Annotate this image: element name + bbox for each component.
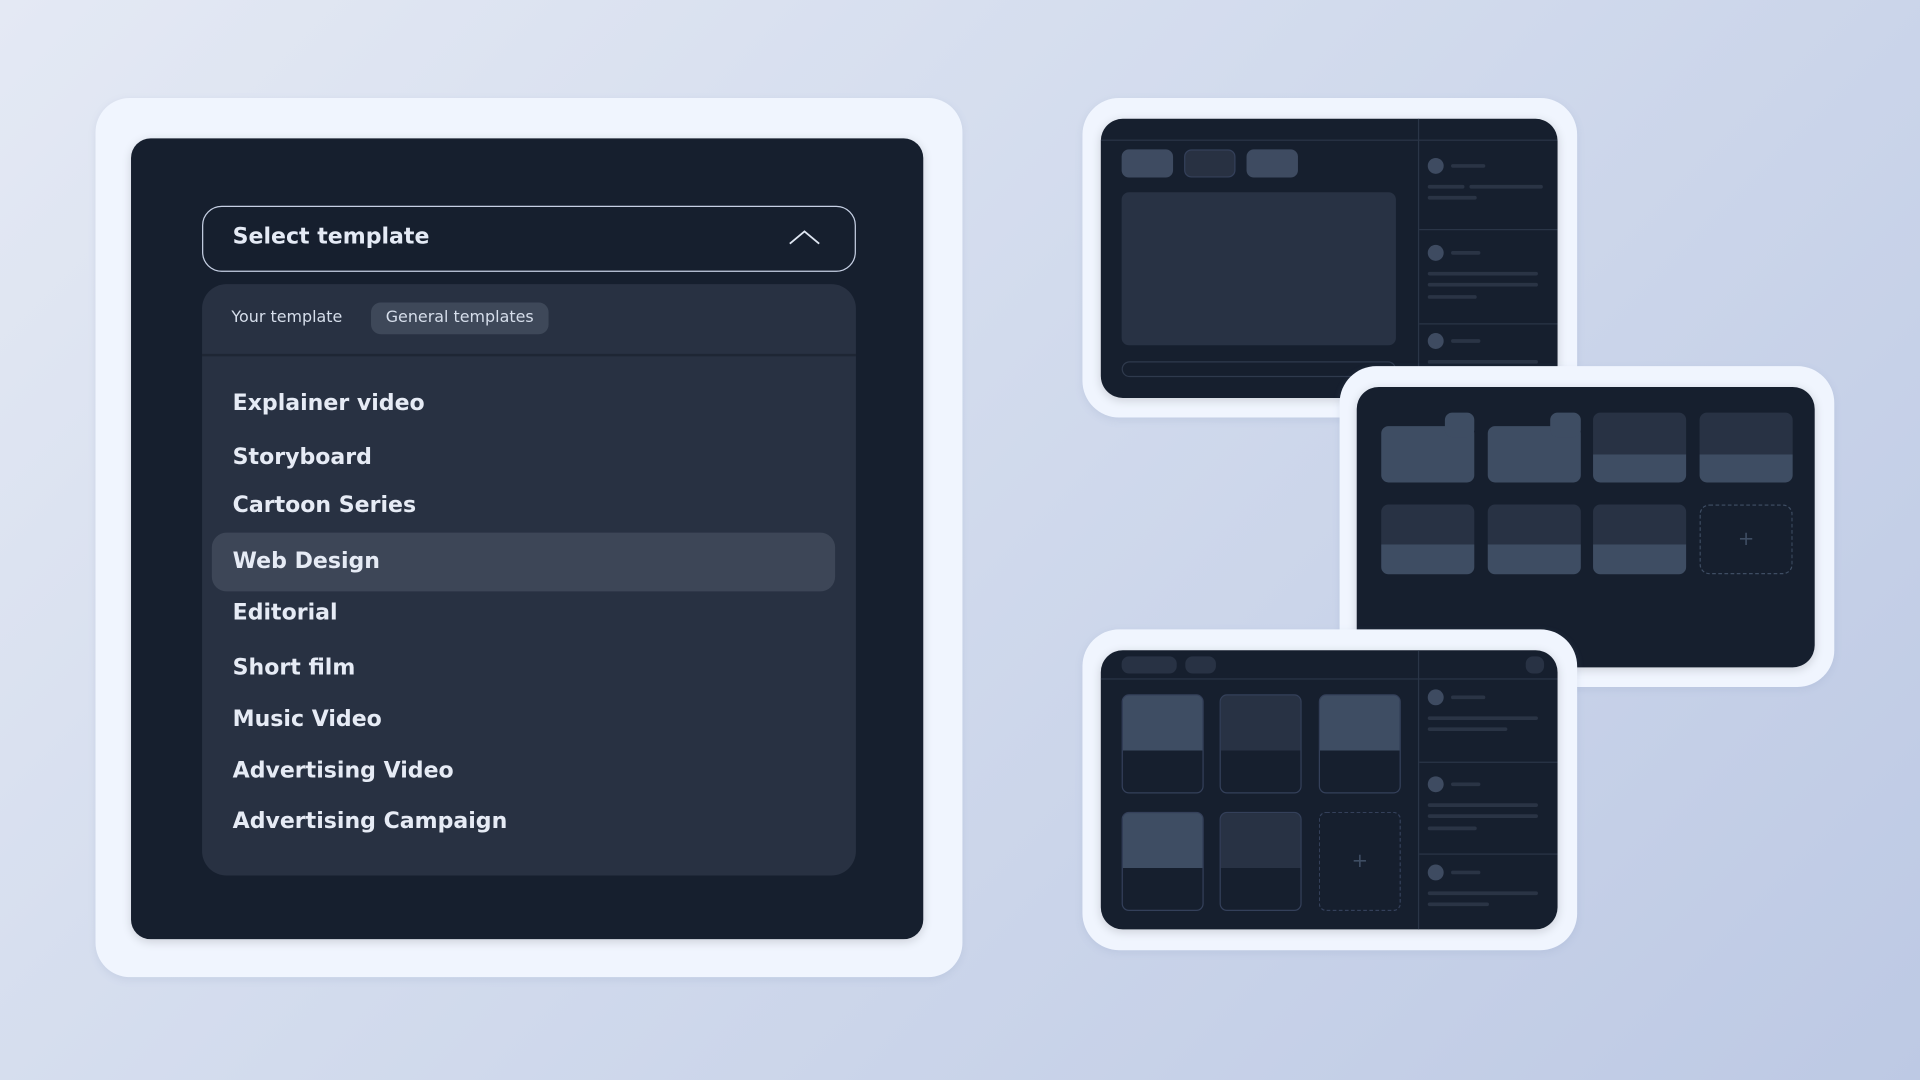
menu-item-music-video[interactable]: Music Video bbox=[212, 691, 835, 750]
placeholder-pill bbox=[1185, 656, 1216, 674]
text-placeholder bbox=[1427, 195, 1477, 200]
text-placeholder bbox=[1451, 695, 1486, 700]
text-placeholder bbox=[1427, 184, 1465, 189]
avatar-placeholder bbox=[1427, 776, 1444, 793]
divider bbox=[1417, 650, 1420, 930]
text-placeholder bbox=[1427, 295, 1477, 299]
text-placeholder bbox=[1427, 360, 1538, 364]
divider bbox=[1417, 118, 1420, 398]
text-placeholder bbox=[1427, 716, 1538, 721]
menu-item-advertising-campaign[interactable]: Advertising Campaign bbox=[212, 792, 835, 851]
text-placeholder bbox=[1427, 727, 1508, 732]
avatar-placeholder bbox=[1427, 157, 1444, 174]
gallery-card bbox=[1318, 694, 1401, 794]
placeholder-pill bbox=[1121, 656, 1177, 674]
file-tile bbox=[1487, 504, 1581, 575]
menu-item-web-design[interactable]: Web Design bbox=[211, 532, 836, 592]
text-placeholder bbox=[1451, 339, 1481, 343]
placeholder-canvas bbox=[1121, 192, 1396, 346]
text-placeholder bbox=[1427, 282, 1538, 287]
text-placeholder bbox=[1469, 184, 1543, 189]
text-placeholder bbox=[1451, 164, 1486, 168]
select-template-dropdown[interactable]: Select template bbox=[202, 205, 856, 272]
text-placeholder bbox=[1427, 271, 1538, 276]
file-tile bbox=[1593, 412, 1687, 483]
placeholder-button bbox=[1184, 149, 1236, 178]
text-placeholder bbox=[1451, 251, 1481, 255]
placeholder-button bbox=[1121, 149, 1174, 178]
divider bbox=[202, 353, 856, 357]
preview-card-files: + bbox=[1356, 386, 1815, 668]
text-placeholder bbox=[1427, 902, 1489, 907]
chevron-up-icon bbox=[789, 230, 820, 245]
divider bbox=[1419, 228, 1558, 231]
template-dropdown-menu: Your template General templates Explaine… bbox=[202, 284, 856, 876]
gallery-card bbox=[1121, 811, 1204, 912]
preview-card-editor bbox=[1100, 118, 1558, 398]
avatar-placeholder bbox=[1427, 333, 1444, 349]
text-placeholder bbox=[1451, 782, 1481, 787]
add-card-placeholder-plus-icon: + bbox=[1318, 811, 1401, 912]
gallery-card bbox=[1121, 694, 1204, 794]
file-tile bbox=[1381, 504, 1475, 575]
tab-general-templates[interactable]: General templates bbox=[371, 302, 549, 335]
avatar-placeholder bbox=[1427, 864, 1444, 881]
text-placeholder bbox=[1451, 870, 1481, 875]
gallery-card bbox=[1219, 811, 1302, 912]
menu-item-explainer-video[interactable]: Explainer video bbox=[212, 375, 835, 434]
divider bbox=[1100, 139, 1558, 141]
text-placeholder bbox=[1427, 891, 1538, 896]
divider bbox=[1419, 761, 1558, 763]
avatar-placeholder bbox=[1427, 244, 1444, 261]
placeholder-pill bbox=[1525, 656, 1545, 674]
text-placeholder bbox=[1427, 814, 1538, 818]
stage: Select template Your template General te… bbox=[0, 0, 1920, 1080]
add-file-placeholder-plus-icon: + bbox=[1699, 504, 1793, 575]
menu-item-cartoon-series[interactable]: Cartoon Series bbox=[212, 476, 835, 535]
divider bbox=[1419, 853, 1558, 855]
divider bbox=[1419, 323, 1558, 325]
file-tile bbox=[1593, 504, 1687, 575]
text-placeholder bbox=[1427, 803, 1538, 807]
folder-tab bbox=[1550, 412, 1581, 438]
avatar-placeholder bbox=[1427, 689, 1444, 706]
menu-item-editorial[interactable]: Editorial bbox=[212, 584, 835, 643]
preview-card-gallery: + bbox=[1100, 650, 1558, 930]
select-template-label: Select template bbox=[232, 224, 430, 250]
divider bbox=[1100, 678, 1558, 680]
menu-item-short-film[interactable]: Short film bbox=[212, 639, 835, 698]
gallery-card bbox=[1219, 694, 1302, 794]
text-placeholder bbox=[1427, 826, 1477, 831]
folder-tab bbox=[1444, 412, 1475, 438]
placeholder-button bbox=[1246, 149, 1298, 178]
file-tile bbox=[1699, 412, 1793, 483]
tab-your-template[interactable]: Your template bbox=[217, 302, 357, 334]
